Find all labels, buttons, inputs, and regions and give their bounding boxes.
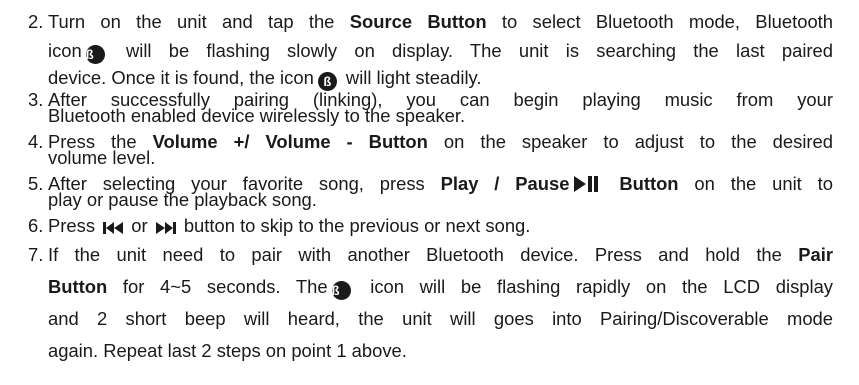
play-pause-button-word: Button xyxy=(619,173,679,194)
bluetooth-icon: ß xyxy=(331,281,351,300)
play-pause-label: Play / Pause xyxy=(440,173,570,194)
pair-button-label: Pair xyxy=(798,244,833,265)
previous-track-icon xyxy=(103,222,124,234)
step-number: 7. xyxy=(28,244,44,265)
step-7-line-4: again. Repeat last 2 steps on point 1 ab… xyxy=(48,340,407,361)
step-2-line-2: icon ß will be flashing slowly on display… xyxy=(48,40,833,64)
step-4-line-2: volume level. xyxy=(48,147,156,168)
step-number: 2. xyxy=(28,11,44,32)
next-track-icon xyxy=(155,222,176,234)
step-number: 6. xyxy=(28,215,44,236)
step-number: 4. xyxy=(28,131,44,152)
step-6-line-1: 6. Press or button to skip to the previou… xyxy=(28,215,531,236)
bluetooth-icon: ß xyxy=(85,45,105,64)
source-button-label: Source Button xyxy=(349,11,487,32)
step-7-line-3: and 2 short beep will heard, the unit wi… xyxy=(48,308,833,329)
instruction-document: 2. Turn on the unit and tap the Source Bu… xyxy=(0,0,859,385)
step-number: 3. xyxy=(28,89,44,110)
play-pause-icon xyxy=(574,176,599,192)
step-7-line-2: Button for 4~5 seconds. The ß icon will b… xyxy=(48,276,833,300)
volume-button-label: Volume +/ Volume - Button xyxy=(152,131,428,152)
step-2-line-1: 2. Turn on the unit and tap the Source Bu… xyxy=(28,11,834,32)
pair-button-word: Button xyxy=(48,276,108,297)
step-2-line-3: device. Once it is found, the icon ß will… xyxy=(48,67,482,91)
step-5-line-2: play or pause the playback song. xyxy=(48,189,317,210)
step-3-line-2: Bluetooth enabled device wirelessly to t… xyxy=(48,105,466,126)
step-7-line-1: 7. If the unit need to pair with another … xyxy=(28,244,833,265)
step-number: 5. xyxy=(28,173,44,194)
